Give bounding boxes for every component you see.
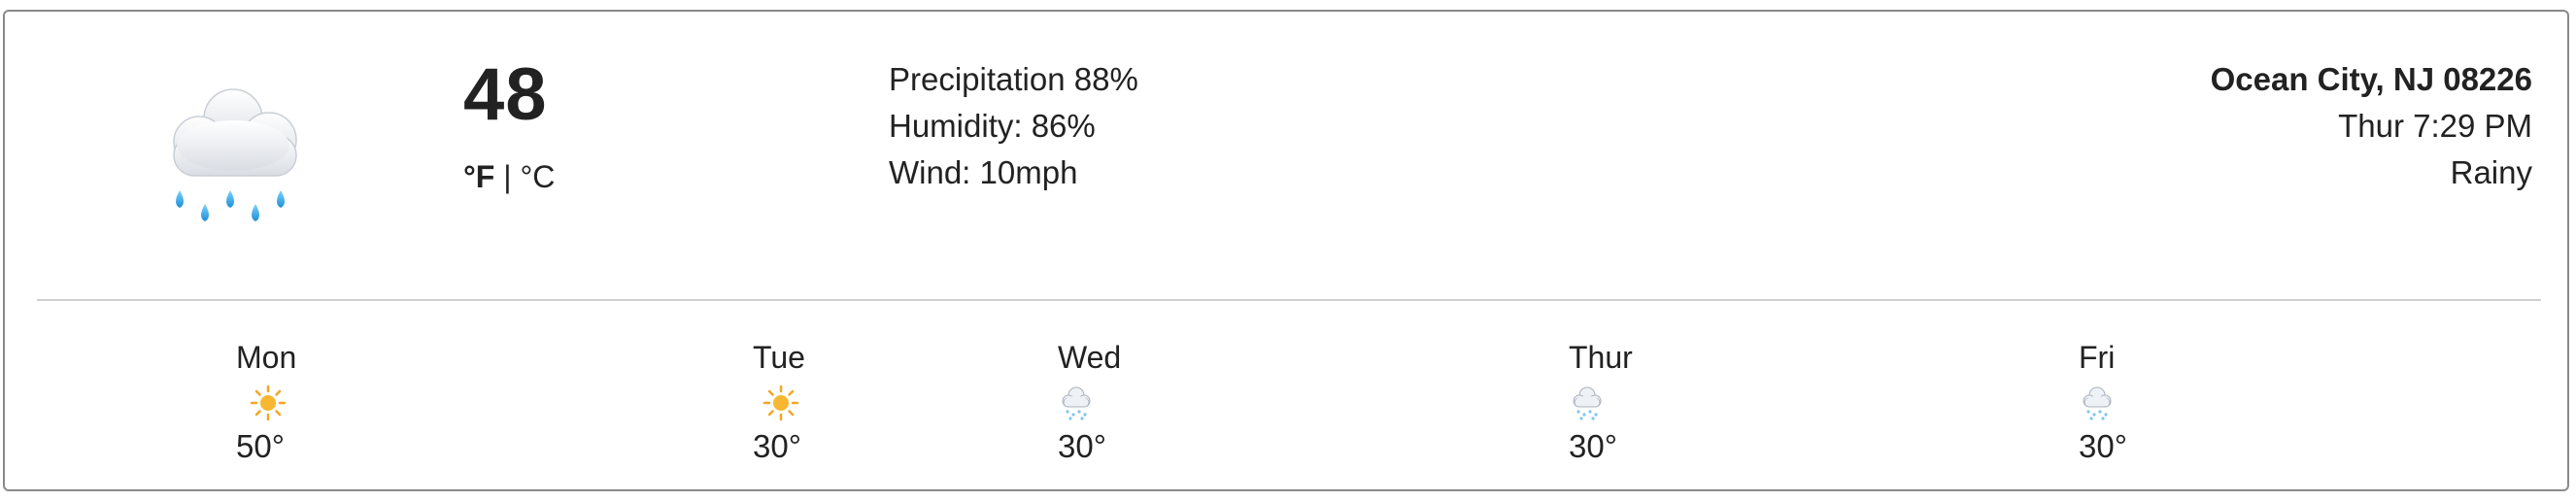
forecast-day: Tue 30°	[753, 340, 889, 464]
location-datetime: Thur 7:29 PM	[2338, 108, 2532, 144]
rain-cloud-icon	[173, 88, 297, 221]
fahrenheit-toggle[interactable]: °F	[463, 159, 494, 194]
forecast-temp: 30°	[753, 428, 801, 464]
unit-toggle: °F | °C	[463, 161, 555, 192]
celsius-toggle[interactable]: °C	[520, 159, 555, 194]
snow-cloud-icon	[2083, 386, 2112, 420]
precipitation-stat: Precipitation 88%	[889, 61, 1138, 97]
location-info: Ocean City, NJ 08226 Thur 7:29 PM Rainy	[2211, 56, 2532, 196]
forecast-temp: 30°	[2079, 428, 2127, 464]
divider	[37, 299, 2541, 301]
current-stats: Precipitation 88% Humidity: 86% Wind: 10…	[889, 56, 1138, 196]
forecast-temp: 30°	[1569, 428, 1617, 464]
snow-cloud-icon	[1573, 386, 1602, 420]
sun-icon	[763, 384, 799, 421]
forecast-temp: 50°	[236, 428, 285, 464]
forecast-day: Thur 30°	[1569, 340, 1705, 464]
forecast-day: Mon 50°	[236, 340, 372, 464]
weather-widget: 48 °F | °C Precipitation 88% Humidity: 8…	[3, 10, 2569, 491]
humidity-stat: Humidity: 86%	[889, 108, 1096, 144]
weather-condition: Rainy	[2450, 154, 2532, 190]
current-temperature: 48	[463, 53, 548, 136]
forecast-day-name: Thur	[1569, 340, 1633, 375]
wind-stat: Wind: 10mph	[889, 154, 1078, 190]
forecast-day-name: Fri	[2079, 340, 2116, 375]
sun-icon	[250, 384, 287, 421]
location-city: Ocean City, NJ 08226	[2210, 61, 2532, 97]
unit-separator: |	[503, 159, 512, 194]
forecast-day: Fri 30°	[2079, 340, 2215, 464]
snow-cloud-icon	[1062, 386, 1091, 420]
forecast-day-name: Tue	[753, 340, 805, 375]
forecast-day-name: Wed	[1058, 340, 1122, 375]
forecast-day-name: Mon	[236, 340, 297, 375]
forecast-day: Wed 30°	[1058, 340, 1194, 464]
forecast-temp: 30°	[1058, 428, 1106, 464]
